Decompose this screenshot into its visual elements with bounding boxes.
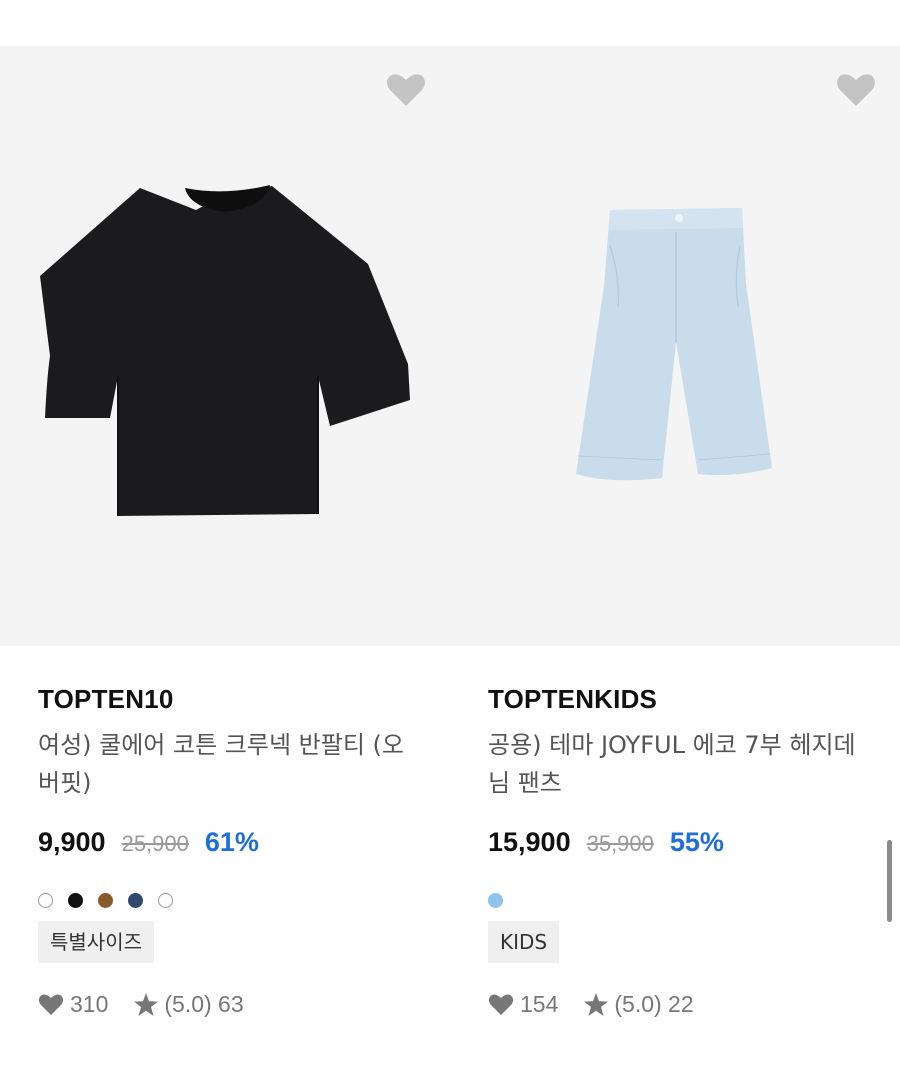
product-card[interactable]: TOPTENKIDS 공용) 테마 JOYFUL 에코 7부 헤지데님 팬츠 1… xyxy=(450,46,900,1070)
kids-tag: KIDS xyxy=(488,921,560,963)
product-image-area[interactable] xyxy=(0,46,450,646)
color-swatch[interactable] xyxy=(488,892,503,908)
light-denim-shorts-image xyxy=(576,208,772,481)
size-tag: 특별사이즈 xyxy=(38,921,154,963)
color-swatches xyxy=(488,889,878,911)
star-icon xyxy=(584,992,609,1016)
discount-rate: 55% xyxy=(669,827,724,857)
rating-value: (5.0) 22 xyxy=(614,990,694,1017)
color-swatch[interactable] xyxy=(158,892,173,908)
black-tshirt-image xyxy=(40,185,410,516)
color-swatch[interactable] xyxy=(128,892,143,908)
wishlist-heart-icon[interactable] xyxy=(386,72,426,108)
rating-value: (5.0) 63 xyxy=(164,990,244,1017)
likes-value: 154 xyxy=(520,990,559,1017)
color-swatch[interactable] xyxy=(98,892,113,908)
likes-value: 310 xyxy=(70,990,109,1017)
wishlist-heart-icon[interactable] xyxy=(836,72,876,108)
product-info: TOPTENKIDS 공용) 테마 JOYFUL 에코 7부 헤지데님 팬츠 1… xyxy=(488,682,878,1021)
price-row: 15,900 35,900 55% xyxy=(488,827,878,867)
color-swatches xyxy=(38,889,428,911)
color-swatch[interactable] xyxy=(38,892,53,908)
scrollbar[interactable] xyxy=(887,840,892,922)
discount-rate: 61% xyxy=(204,827,259,857)
likes-count: 154 xyxy=(488,991,558,1018)
product-image-area[interactable] xyxy=(450,46,900,646)
original-price: 25,900 xyxy=(121,831,189,856)
product-card[interactable]: TOPTEN10 여성) 쿨에어 코튼 크루넥 반팔티 (오버핏) 9,900 … xyxy=(0,46,450,1070)
color-swatch[interactable] xyxy=(68,892,83,908)
heart-icon xyxy=(38,993,64,1015)
brand-name[interactable]: TOPTENKIDS xyxy=(488,682,878,716)
product-stats: 154 (5.0) 22 xyxy=(488,987,878,1021)
rating: (5.0) 63 xyxy=(134,990,244,1018)
price-row: 9,900 25,900 61% xyxy=(38,827,428,867)
heart-icon xyxy=(488,993,514,1015)
product-name[interactable]: 여성) 쿨에어 코튼 크루넥 반팔티 (오버핏) xyxy=(38,726,408,802)
brand-name[interactable]: TOPTEN10 xyxy=(38,682,428,716)
sale-price: 9,900 xyxy=(38,827,106,857)
product-name[interactable]: 공용) 테마 JOYFUL 에코 7부 헤지데님 팬츠 xyxy=(488,726,858,802)
likes-count: 310 xyxy=(38,991,108,1018)
product-grid: TOPTEN10 여성) 쿨에어 코튼 크루넥 반팔티 (오버핏) 9,900 … xyxy=(0,0,900,1070)
rating: (5.0) 22 xyxy=(584,990,694,1018)
product-info: TOPTEN10 여성) 쿨에어 코튼 크루넥 반팔티 (오버핏) 9,900 … xyxy=(38,682,428,1021)
sale-price: 15,900 xyxy=(488,827,571,857)
original-price: 35,900 xyxy=(586,831,654,856)
star-icon xyxy=(134,992,159,1016)
product-stats: 310 (5.0) 63 xyxy=(38,987,428,1021)
